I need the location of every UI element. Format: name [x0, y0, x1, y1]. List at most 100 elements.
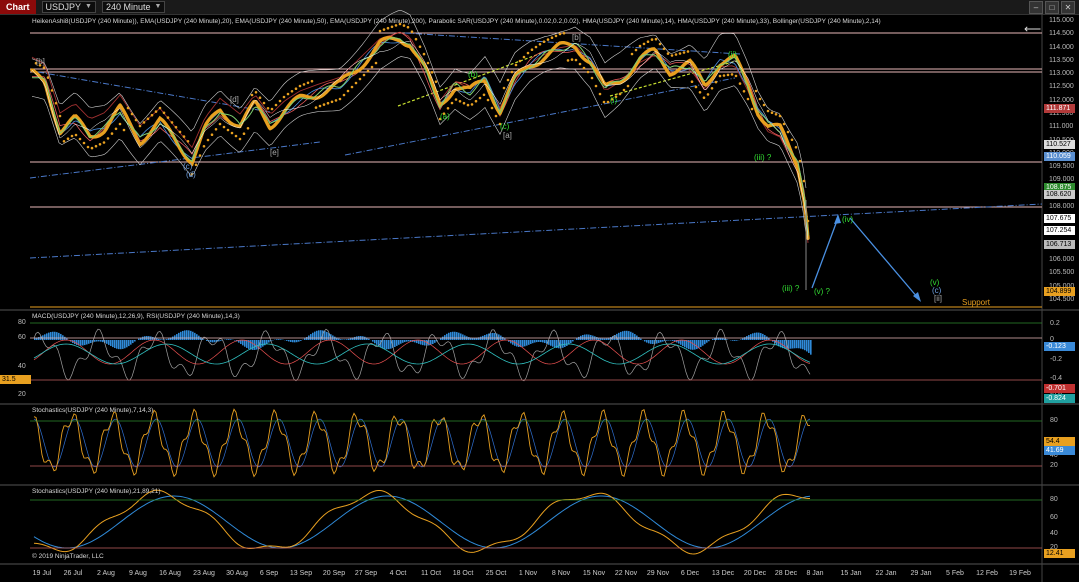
- sar-dot: [642, 42, 646, 46]
- price-tick: 115.000: [1049, 17, 1074, 24]
- price-badge: 106.713: [1044, 240, 1075, 249]
- wave-label: (i): [610, 96, 618, 105]
- sar-dot: [666, 52, 670, 55]
- sar-dot: [538, 43, 542, 46]
- sar-dot: [262, 101, 266, 105]
- wave-label: [b]: [572, 33, 581, 42]
- sar-dot: [626, 84, 630, 88]
- sar-dot: [490, 106, 494, 110]
- wave-label: (v) ?: [814, 287, 830, 296]
- sar-dot: [174, 125, 178, 129]
- sar-dot: [266, 107, 270, 110]
- sar-dot: [178, 130, 182, 134]
- macd-badge: -0.824: [1044, 394, 1075, 403]
- sar-dot: [554, 34, 558, 38]
- price-badge: 110.059: [1044, 152, 1075, 161]
- stoch1-badge: 54.4: [1044, 437, 1075, 446]
- rsi-tick: 80: [18, 319, 26, 326]
- sar-dot: [582, 66, 586, 70]
- sar-dot: [790, 138, 794, 142]
- time-tick: 19 Feb: [1009, 570, 1031, 577]
- sar-dot: [450, 101, 454, 105]
- sar-dot: [426, 61, 430, 65]
- sar-dot: [134, 118, 138, 122]
- time-tick: 16 Aug: [159, 570, 181, 577]
- sar-dot: [278, 99, 282, 103]
- chart-canvas[interactable]: [0, 0, 1079, 582]
- price-tick: 105.500: [1049, 269, 1075, 277]
- sar-dot: [282, 95, 286, 99]
- sar-dot: [406, 25, 410, 29]
- sar-dot: [774, 113, 778, 116]
- sar-dot: [218, 122, 222, 126]
- sar-dot: [662, 47, 666, 51]
- time-tick: 26 Jul: [63, 570, 83, 577]
- sar-dot: [506, 78, 510, 82]
- sar-dot: [514, 63, 518, 67]
- sar-dot: [182, 135, 186, 138]
- sar-dot: [50, 89, 54, 92]
- sar-dot: [54, 101, 58, 105]
- sar-dot: [326, 101, 330, 105]
- sar-dot: [342, 93, 346, 97]
- sar-dot: [786, 130, 790, 134]
- sar-dot: [802, 179, 806, 183]
- sar-dot: [638, 44, 642, 48]
- time-tick: 19 Jul: [32, 570, 52, 577]
- sar-dot: [434, 80, 438, 83]
- sar-dot: [202, 145, 206, 148]
- price-tick: 113.500: [1049, 56, 1074, 64]
- sar-dot: [114, 127, 118, 131]
- sar-dot: [594, 84, 598, 88]
- wave-label: (b): [468, 70, 478, 79]
- sar-dot: [422, 52, 426, 56]
- sar-dot: [146, 117, 150, 121]
- sar-dot: [714, 80, 718, 84]
- sar-dot: [602, 100, 606, 104]
- sar-dot: [78, 137, 82, 141]
- sar-dot: [598, 92, 602, 96]
- sar-dot: [330, 100, 334, 104]
- time-tick: 22 Nov: [614, 570, 638, 577]
- sar-dot: [414, 37, 418, 41]
- sar-dot: [782, 122, 786, 126]
- back-arrow-icon[interactable]: ⟵: [1024, 22, 1041, 36]
- sar-dot: [494, 114, 498, 118]
- sar-dot: [778, 114, 782, 118]
- macd-panel-label: MACD(USDJPY (240 Minute),12,26,9), RSI(U…: [32, 313, 240, 320]
- sar-dot: [90, 146, 94, 150]
- stoch1-panel-label: Stochastics(USDJPY (240 Minute),7,14,3): [32, 407, 154, 414]
- macd-tick: -0.2: [1050, 356, 1063, 363]
- sar-dot: [702, 96, 706, 99]
- stoch2-badge: 12.41: [1044, 549, 1075, 558]
- sar-dot: [158, 106, 162, 110]
- sar-dot: [670, 54, 674, 57]
- sar-dot: [542, 40, 546, 43]
- sar-dot: [74, 133, 78, 137]
- sar-dot: [766, 109, 770, 113]
- time-tick: 5 Feb: [946, 570, 964, 577]
- time-tick: 8 Nov: [551, 570, 571, 577]
- sar-dot: [230, 131, 234, 135]
- time-tick: 23 Aug: [193, 570, 215, 577]
- sar-dot: [606, 100, 610, 104]
- sar-dot: [118, 122, 122, 126]
- sar-dot: [726, 73, 730, 77]
- sar-dot: [558, 32, 562, 36]
- sar-dot: [578, 62, 582, 66]
- sar-dot: [166, 116, 170, 119]
- time-tick: 6 Sep: [259, 570, 279, 577]
- sar-dot: [454, 98, 458, 101]
- sar-dot: [374, 61, 378, 65]
- time-tick: 11 Oct: [420, 570, 442, 577]
- price-badge: 108.620: [1044, 190, 1075, 199]
- time-tick: 13 Dec: [711, 570, 735, 577]
- sar-dot: [334, 99, 338, 102]
- sar-dot: [630, 52, 634, 56]
- sar-dot: [650, 38, 654, 41]
- sar-dot: [518, 59, 522, 63]
- sar-dot: [94, 144, 98, 148]
- time-tick: 18 Oct: [452, 570, 474, 577]
- sar-dot: [486, 98, 490, 102]
- sar-dot: [458, 100, 462, 103]
